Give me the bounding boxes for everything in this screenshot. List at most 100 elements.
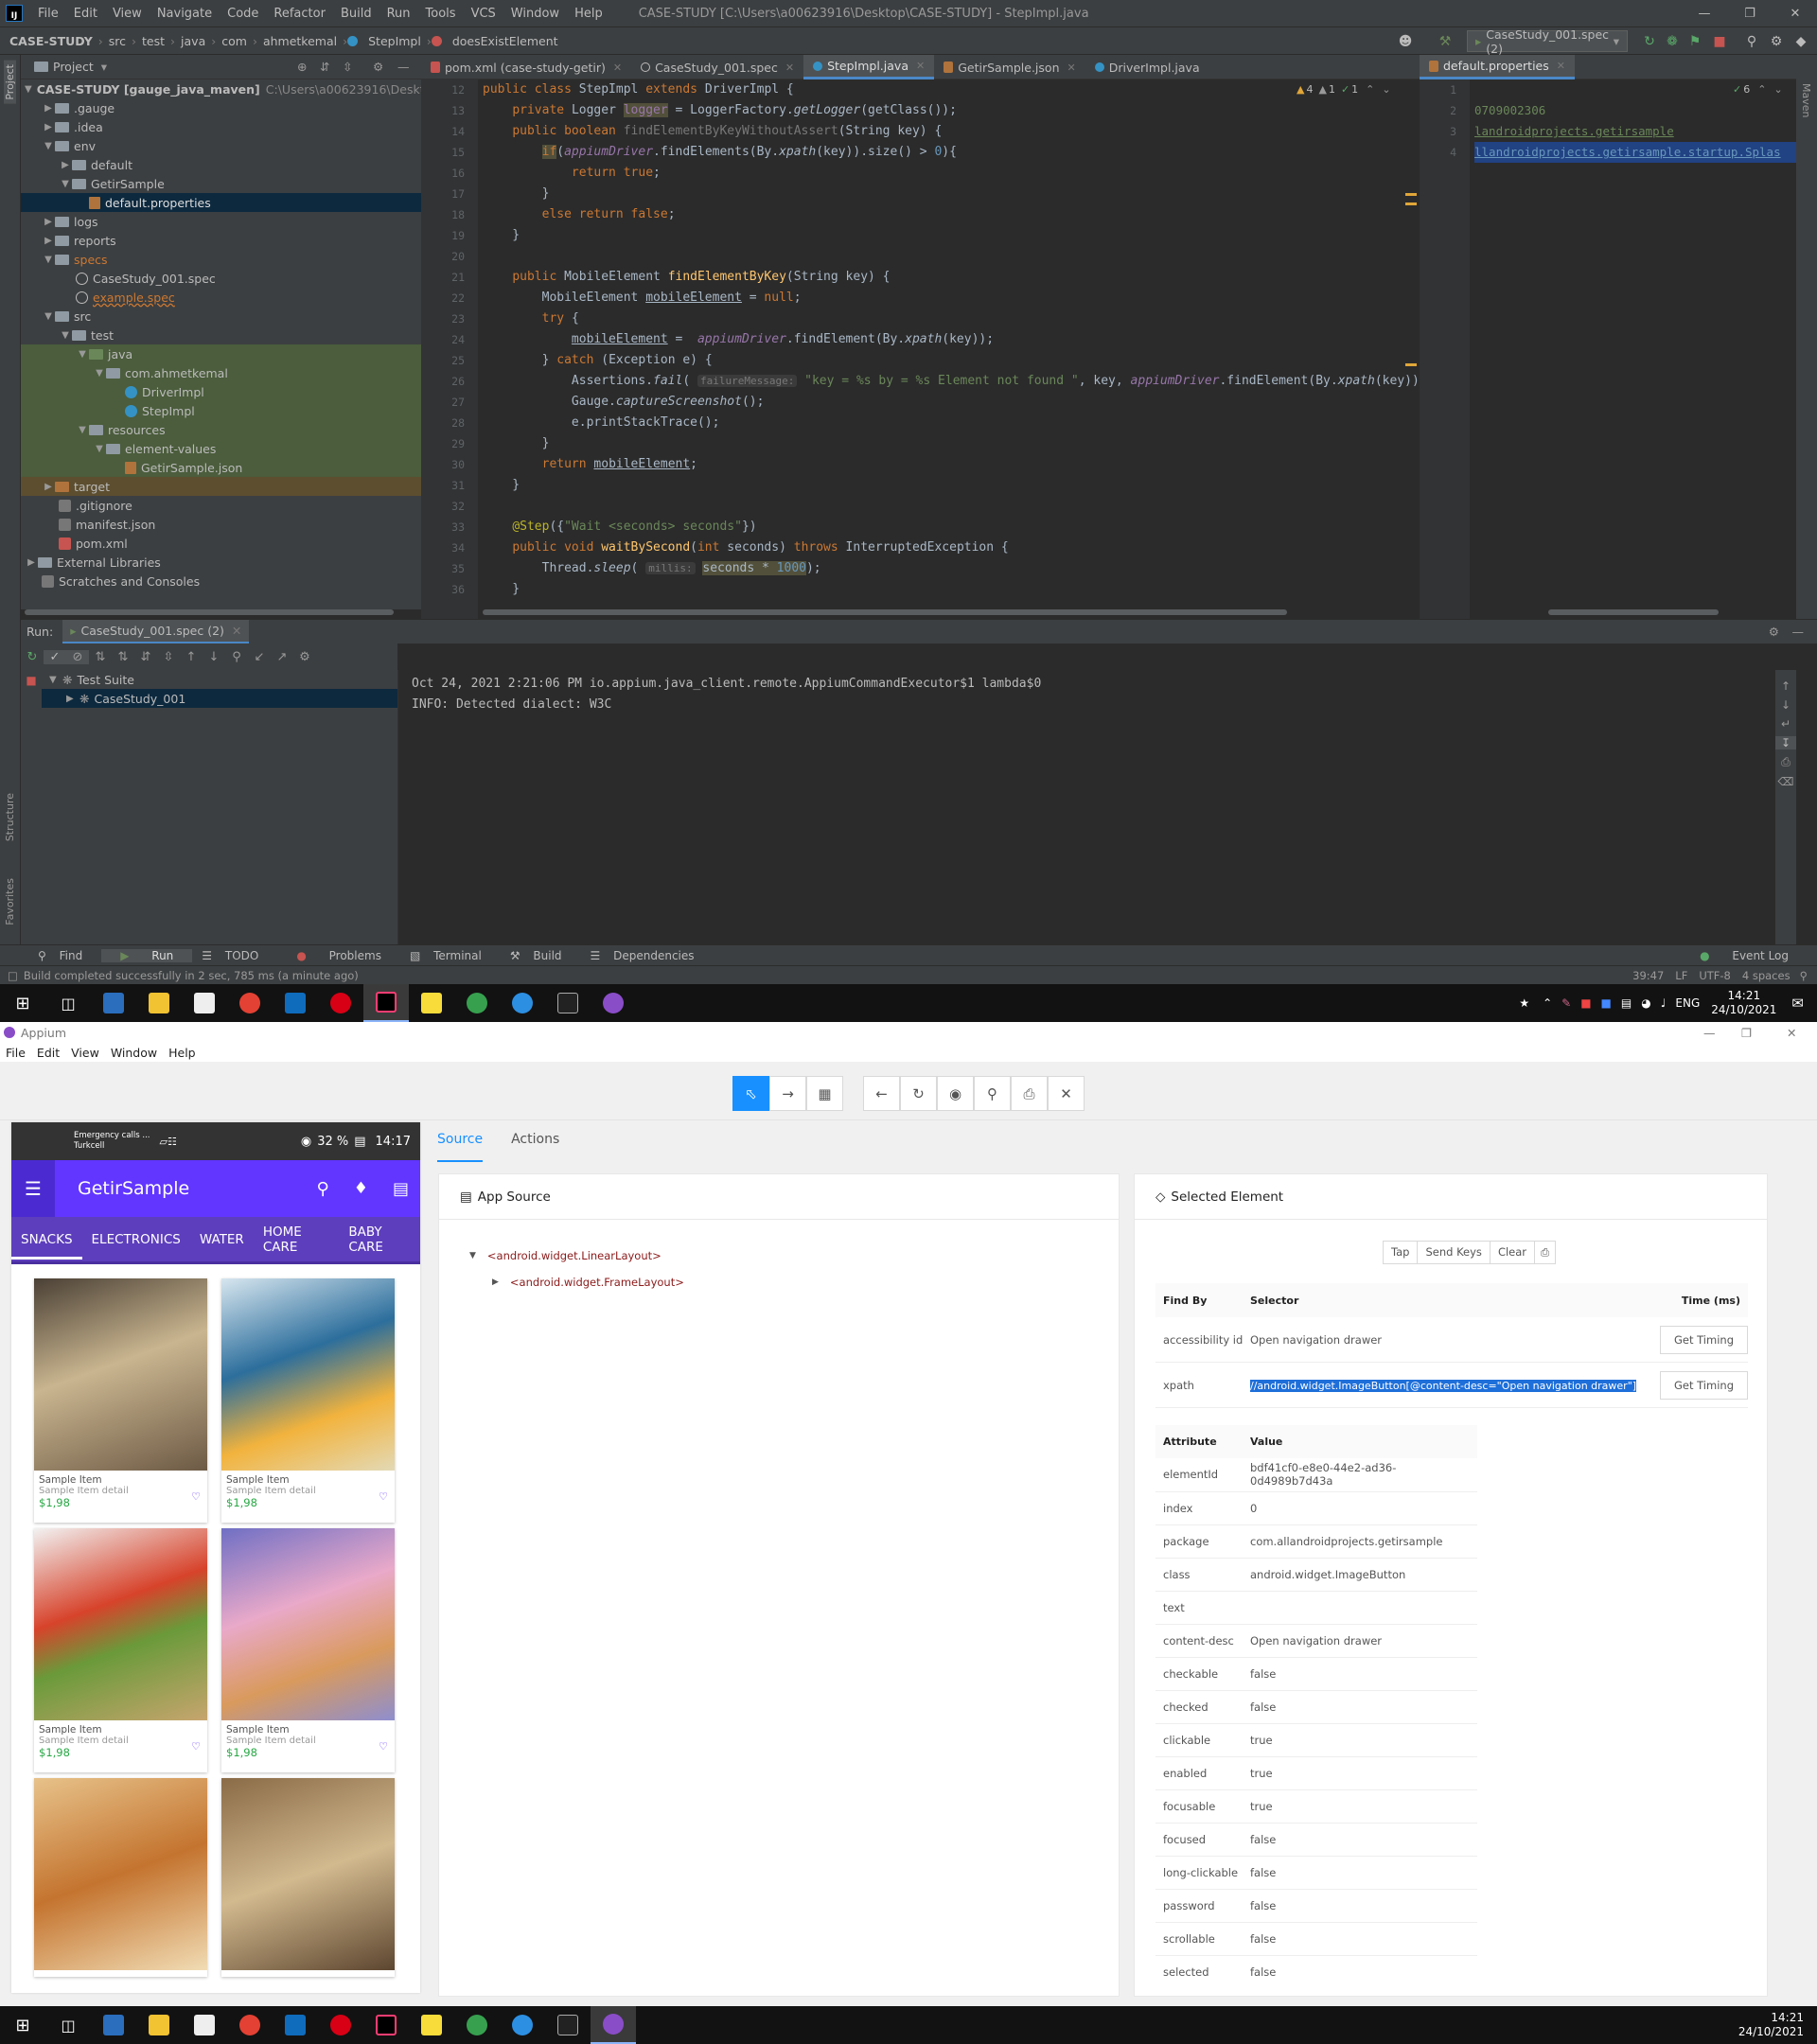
structure-tool-button[interactable]: Structure (4, 793, 16, 841)
search-icon[interactable]: ⚲ (317, 1179, 329, 1199)
search-button[interactable]: ⚲ (974, 1076, 1011, 1111)
tree-item[interactable]: ▶ target (21, 477, 421, 496)
status-message[interactable]: Build completed successfully in 2 sec, 7… (24, 969, 359, 982)
tree-item[interactable]: pom.xml (21, 534, 421, 553)
code-area[interactable]: public class StepImpl extends DriverImpl… (483, 79, 1420, 619)
gear-icon[interactable]: ⚙ (293, 650, 316, 664)
dependencies-tool-tab[interactable]: ☰ Dependencies (581, 949, 714, 962)
tree-item[interactable]: ▼ GetirSample (21, 174, 421, 193)
heart-icon[interactable]: ♡ (379, 1490, 388, 1503)
back-button[interactable]: ← (863, 1076, 900, 1111)
intellij-icon[interactable] (363, 2006, 409, 2044)
category-tab-water[interactable]: WATER (190, 1232, 254, 1247)
get-timing-button[interactable]: Get Timing (1659, 1370, 1748, 1400)
lock-icon[interactable]: ⚲ (1800, 969, 1808, 982)
expand-all-icon[interactable]: ⇵ (134, 650, 157, 664)
heart-icon[interactable]: ♡ (191, 1490, 201, 1503)
tree-item[interactable]: CaseStudy_001.spec (21, 269, 421, 288)
tree-item[interactable]: ▼ java (21, 344, 421, 363)
windows-start-icon[interactable]: ⊞ (0, 984, 45, 1022)
expand-all-icon[interactable]: ⇵ (320, 60, 329, 74)
file-encoding[interactable]: UTF-8 (1699, 969, 1731, 982)
stop-icon[interactable]: ■ (1711, 33, 1728, 50)
maven-tool-button[interactable]: Maven (1800, 83, 1812, 117)
tree-item[interactable]: example.spec (21, 288, 421, 307)
task-view-icon[interactable]: ◫ (45, 2006, 91, 2044)
gear-icon[interactable]: ⚙ (373, 60, 383, 74)
close-tab-icon[interactable]: ✕ (613, 62, 622, 74)
inspection-widget[interactable]: ✓ 6 ⌃ ⌄ (1733, 83, 1783, 96)
chevron-down-icon[interactable]: ⌄ (1382, 83, 1390, 96)
copy-xml-button[interactable]: ⎙ (1011, 1076, 1048, 1111)
menu-tools[interactable]: Tools (418, 7, 464, 21)
chevron-down-icon[interactable]: ▼ (469, 1251, 476, 1260)
locate-icon[interactable]: ⊕ (297, 60, 307, 74)
copy-attributes-icon[interactable]: ⎙ (1535, 1241, 1557, 1264)
menu-file[interactable]: File (30, 7, 66, 21)
swipe-by-coordinates-button[interactable]: → (769, 1076, 806, 1111)
selector-value[interactable]: Open navigation drawer (1250, 1333, 1660, 1347)
user-icon[interactable]: ☻ (1397, 33, 1414, 50)
close-icon[interactable]: ✕ (1787, 1026, 1796, 1040)
gear-icon[interactable]: ⚙ (1769, 625, 1779, 639)
source-node[interactable]: ▼ <android.widget.LinearLayout> (469, 1242, 684, 1269)
notification-bell-icon[interactable]: ♦ (354, 1179, 368, 1198)
menu-window[interactable]: Window (503, 7, 567, 21)
run-configuration-select[interactable]: ▸ CaseStudy_001.spec (2) ▾ (1467, 27, 1628, 56)
category-tab-electronics[interactable]: ELECTRONICS (82, 1232, 190, 1247)
opera-icon[interactable] (318, 2006, 363, 2044)
category-tab-snacks[interactable]: SNACKS (11, 1220, 82, 1260)
down-arrow-icon[interactable]: ↓ (1775, 698, 1796, 712)
close-icon[interactable]: ✕ (1773, 0, 1817, 26)
horizontal-scrollbar[interactable] (25, 609, 394, 615)
tree-item[interactable]: Scratches and Consoles (21, 572, 421, 590)
app-icon[interactable] (454, 984, 500, 1022)
appium-icon[interactable] (591, 984, 636, 1022)
app-icon[interactable] (454, 2006, 500, 2044)
app-icon[interactable] (500, 984, 545, 1022)
file-explorer-icon[interactable] (136, 984, 182, 1022)
favorites-tool-button[interactable]: Favorites (4, 878, 16, 925)
wifi-icon[interactable]: ◕ (1641, 996, 1650, 1010)
export-icon[interactable]: ↗ (271, 650, 293, 664)
outlook-tray-icon[interactable]: ■ (1601, 996, 1612, 1010)
menu-navigate[interactable]: Navigate (150, 7, 220, 21)
tab-casestudy-spec[interactable]: CaseStudy_001.spec ✕ (631, 55, 803, 79)
language-indicator[interactable]: ENG (1675, 996, 1700, 1010)
search-icon[interactable]: ⚲ (1743, 33, 1760, 50)
menu-build[interactable]: Build (333, 7, 379, 21)
toggle-attributes-button[interactable]: ◉ (937, 1076, 974, 1111)
event-log-tab[interactable]: ● Event Log (1681, 949, 1808, 962)
windows-start-icon[interactable]: ⊞ (0, 2006, 45, 2044)
tab-pom-xml[interactable]: pom.xml (case-study-getir) ✕ (421, 55, 631, 79)
notifications-icon[interactable]: ✉ (1791, 995, 1804, 1012)
menu-file[interactable]: File (0, 1046, 31, 1060)
cart-icon[interactable]: ▤ (393, 1179, 409, 1199)
menu-view[interactable]: View (65, 1046, 105, 1060)
tab-stepimpl[interactable]: StepImpl.java ✕ (803, 55, 935, 79)
breadcrumb-method[interactable]: doesExistElement (447, 34, 564, 48)
project-tool-button[interactable]: Project (4, 61, 16, 104)
quit-session-button[interactable]: ✕ (1048, 1076, 1085, 1111)
tree-item-selected[interactable]: default.properties (21, 193, 421, 212)
breadcrumb-project[interactable]: CASE-STUDY (0, 34, 98, 48)
clock[interactable]: 14:21 24/10/2021 (1738, 2011, 1804, 2039)
horizontal-scrollbar[interactable] (483, 609, 1287, 615)
error-stripe-marker[interactable] (1405, 193, 1417, 196)
terminal-icon[interactable] (545, 2006, 591, 2044)
battery-icon[interactable]: ▤ (1621, 996, 1632, 1010)
send-keys-button[interactable]: Send Keys (1418, 1241, 1491, 1264)
tree-item[interactable]: ▶ default (21, 155, 421, 174)
tree-item[interactable]: ▼ src (21, 307, 421, 326)
breadcrumb-ahmetkemal[interactable]: ahmetkemal (257, 34, 343, 48)
tree-item[interactable]: ▶ .gauge (21, 98, 421, 117)
product-card[interactable] (34, 1778, 207, 1977)
tree-item[interactable]: ▼ env (21, 136, 421, 155)
caret-position[interactable]: 39:47 (1632, 969, 1664, 982)
chrome-icon[interactable] (227, 984, 273, 1022)
tree-item[interactable]: ▼ specs (21, 250, 421, 269)
breadcrumb-java[interactable]: java (175, 34, 211, 48)
source-node[interactable]: ▶ <android.widget.FrameLayout> (469, 1269, 684, 1295)
search-icon[interactable]: ⚲ (225, 650, 248, 664)
tab-getirsample-json[interactable]: GetirSample.json ✕ (934, 55, 1085, 79)
